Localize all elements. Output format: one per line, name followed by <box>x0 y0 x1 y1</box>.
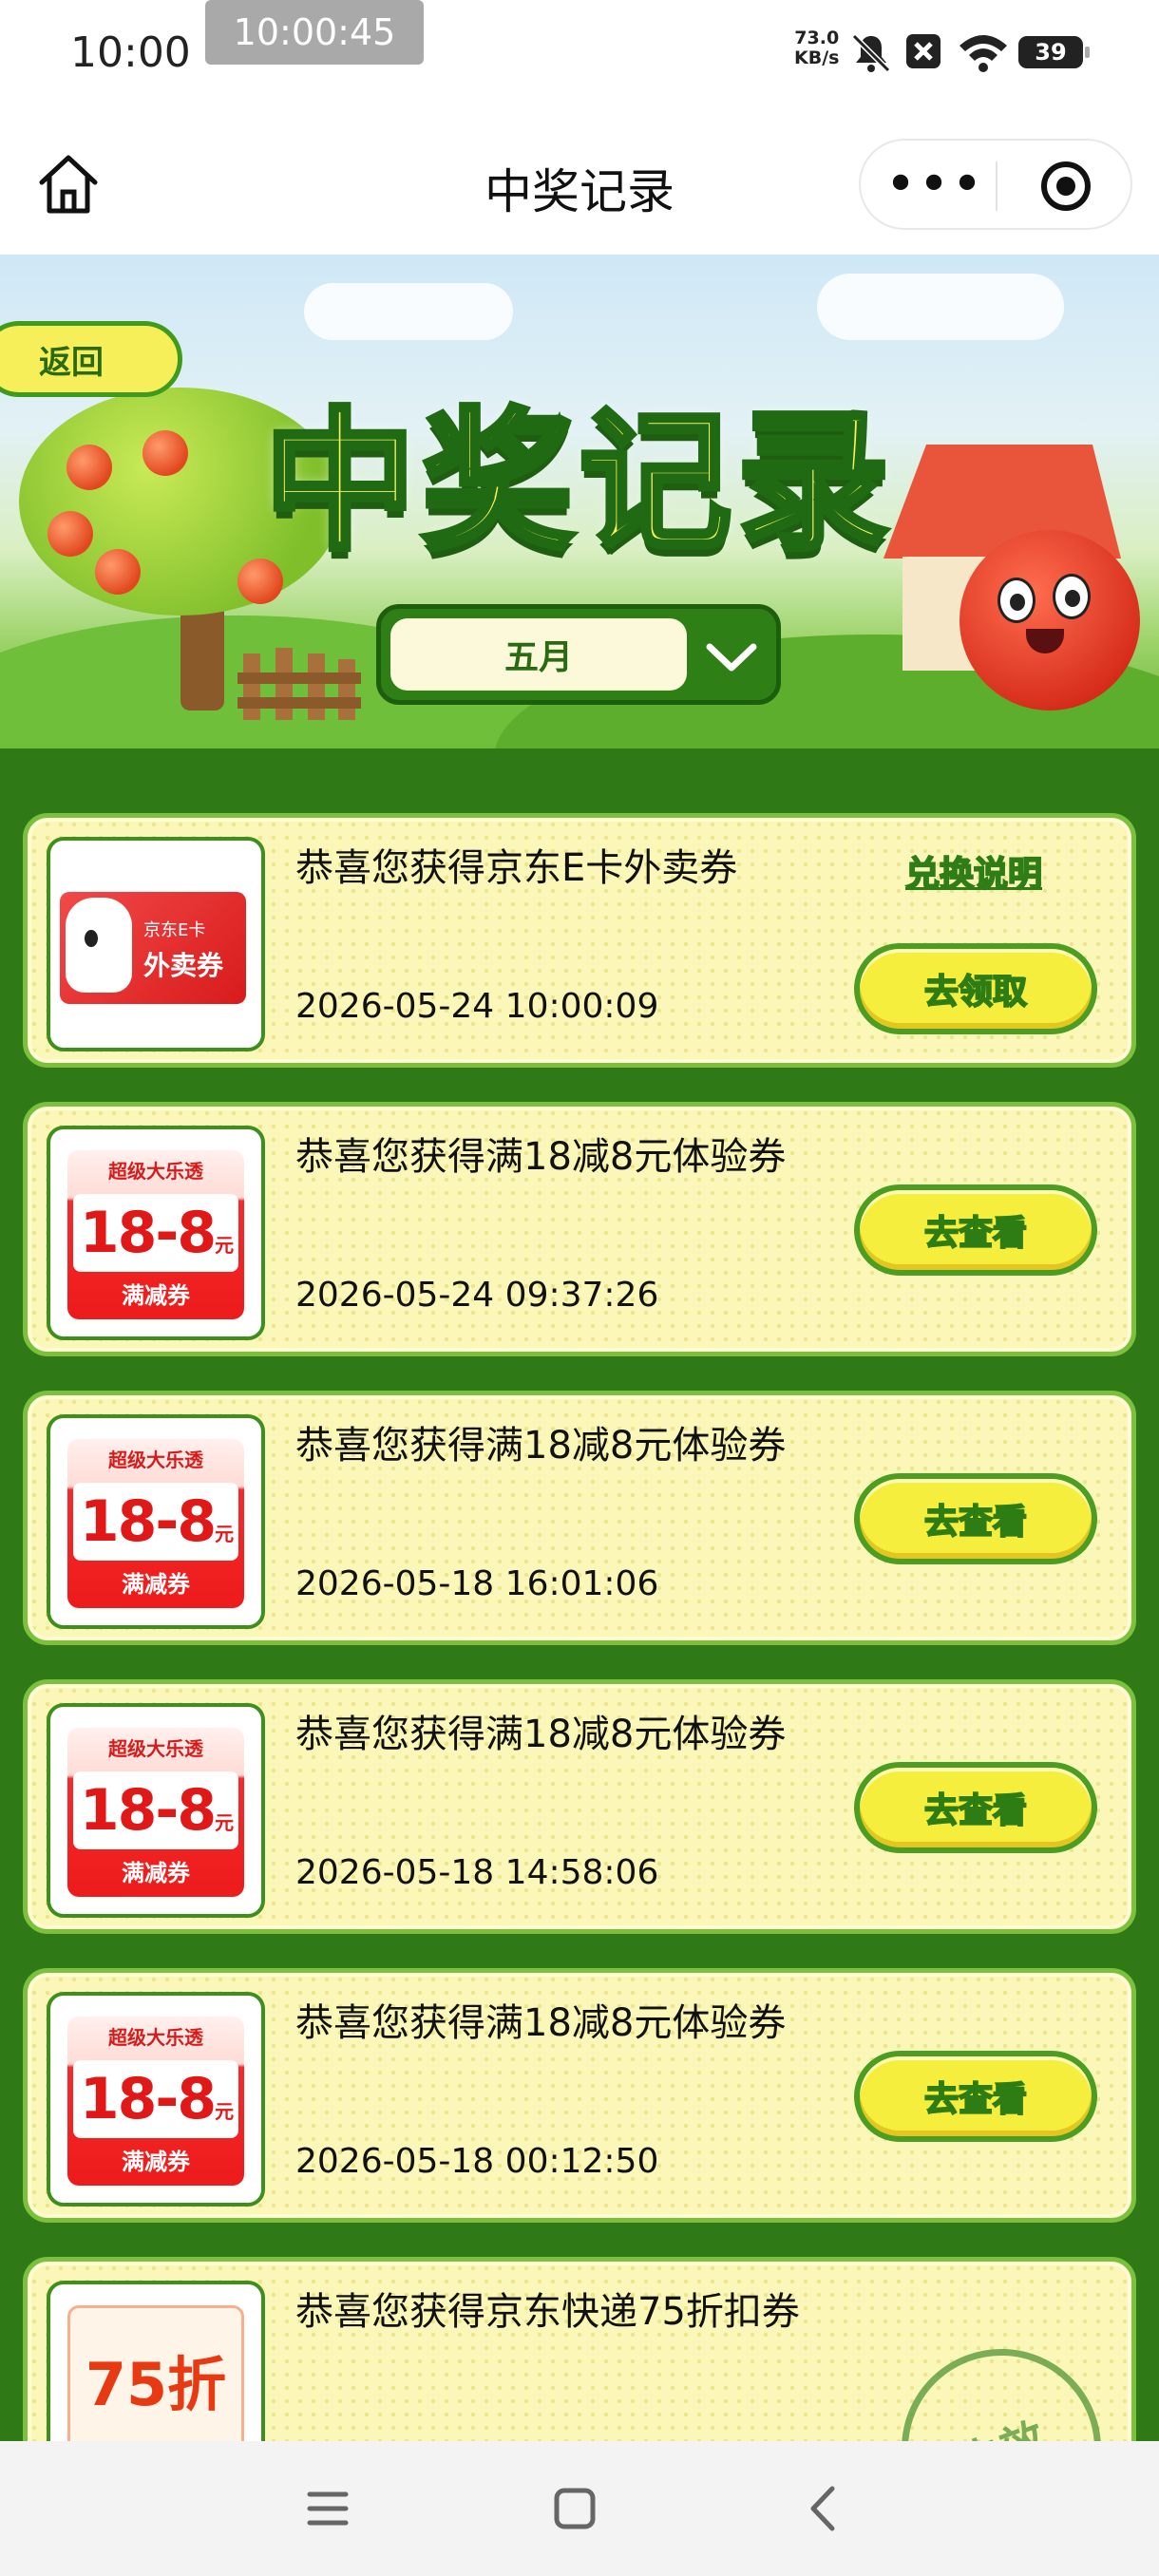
ecard-brand-text: 京东E卡 <box>143 920 206 940</box>
month-value: 五月 <box>390 618 687 691</box>
coupon-bottom-text: 满减券 <box>122 1571 190 1598</box>
record-time: 2026-05-24 10:00:09 <box>295 987 659 1026</box>
prize-thumbnail: 超级大乐透 18-8元 满减券 <box>47 1414 265 1629</box>
fence-icon <box>238 648 361 720</box>
coupon-value-number: 18-8 <box>79 1777 217 1844</box>
app-notification-icon <box>906 34 940 68</box>
coupon-value-unit: 元 <box>215 2100 234 2123</box>
expired-stamp: 失效 <box>873 2320 1130 2441</box>
record-target-icon[interactable] <box>1041 161 1091 211</box>
mascot-mouth <box>1026 629 1064 653</box>
view-button[interactable]: 去查看 <box>854 1184 1097 1276</box>
record-card: 超级大乐透 18-8元 满减券 恭喜您获得满18减8元体验券 2026-05-1… <box>23 1679 1136 1934</box>
banner: 返回 中奖记录 五月 <box>0 255 1159 748</box>
network-speed-value: 73.0 <box>794 28 840 48</box>
more-dots-icon[interactable]: ••• <box>884 141 982 228</box>
wifi-icon <box>960 35 1007 72</box>
network-speed: 73.0 KB/s <box>794 28 839 68</box>
coupon-value-number: 18-8 <box>79 1200 217 1266</box>
cloud-decoration <box>304 283 513 340</box>
back-arrow-icon[interactable] <box>790 2475 857 2542</box>
status-bar: 10:00 10:00:45 73.0 KB/s 39 <box>0 0 1159 104</box>
coupon-bottom-text: 满减券 <box>122 1860 190 1886</box>
coupon-top-text: 超级大乐透 <box>108 1160 203 1183</box>
coupon-top-text: 超级大乐透 <box>108 1449 203 1471</box>
coupon-value: 75折 <box>85 2350 227 2419</box>
home-square-icon[interactable] <box>542 2475 608 2542</box>
coupon-top-text: 超级大乐透 <box>108 1737 203 1760</box>
record-time: 2026-05-18 00:12:50 <box>295 2142 659 2181</box>
bell-muted-icon <box>851 33 891 73</box>
record-time: 2026-05-24 09:37:26 <box>295 1276 659 1315</box>
coupon-value: 18-8元 <box>73 2060 238 2138</box>
mascot-eye <box>998 578 1036 623</box>
record-message: 恭喜您获得满18减8元体验券 <box>295 1424 787 1468</box>
claim-button[interactable]: 去领取 <box>854 943 1097 1034</box>
coupon-bottom-text: 满减券 <box>122 1282 190 1309</box>
prize-thumbnail: 超级大乐透 18-8元 满减券 <box>47 1126 265 1340</box>
record-card: 75折 恭喜您获得京东快递75折扣券 失效 <box>23 2257 1136 2441</box>
redeem-instructions-link[interactable]: 兑换说明 <box>904 846 1043 896</box>
record-message: 恭喜您获得京东快递75折扣券 <box>295 2290 800 2334</box>
record-card: 超级大乐透 18-8元 满减券 恭喜您获得满18减8元体验券 2026-05-2… <box>23 1102 1136 1356</box>
cloud-decoration <box>817 274 1064 340</box>
coupon-value-number: 18-8 <box>79 2066 217 2132</box>
discount-coupon-image: 超级大乐透 18-8元 满减券 <box>67 1728 244 1897</box>
prize-record-list: 京东E卡 外卖券 恭喜您获得京东E卡外卖券 2026-05-24 10:00:0… <box>0 748 1159 2441</box>
network-speed-unit: KB/s <box>794 47 840 68</box>
view-button[interactable]: 去查看 <box>854 2051 1097 2142</box>
mascot-eye <box>1053 574 1091 619</box>
coupon-top-text: 超级大乐透 <box>108 2026 203 2049</box>
capsule-menu: ••• <box>859 139 1132 230</box>
coupon-value-unit: 元 <box>215 1234 234 1257</box>
chevron-down-icon[interactable] <box>700 626 763 687</box>
express-discount-coupon-image: 75折 <box>67 2305 244 2441</box>
prize-thumbnail: 京东E卡 外卖券 <box>47 837 265 1051</box>
ecard-type-text: 外卖券 <box>143 950 224 981</box>
battery-icon: 39 <box>1018 36 1090 68</box>
discount-coupon-image: 超级大乐透 18-8元 满减券 <box>67 1439 244 1608</box>
menu-icon[interactable] <box>294 2475 361 2542</box>
record-message: 恭喜您获得满18减8元体验券 <box>295 1713 787 1756</box>
record-time: 2026-05-18 14:58:06 <box>295 1853 659 1892</box>
record-message: 恭喜您获得满18减8元体验券 <box>295 1135 787 1179</box>
capsule-divider <box>996 161 998 211</box>
clock-overlay: 10:00:45 <box>205 0 424 65</box>
jd-mascot-icon <box>66 898 132 993</box>
view-button[interactable]: 去查看 <box>854 1762 1097 1853</box>
month-selector[interactable]: 五月 <box>376 604 781 705</box>
record-card: 超级大乐透 18-8元 满减券 恭喜您获得满18减8元体验券 2026-05-1… <box>23 1968 1136 2223</box>
coupon-value-unit: 元 <box>215 1523 234 1545</box>
coupon-value: 18-8元 <box>73 1483 238 1561</box>
prize-thumbnail: 75折 <box>47 2281 265 2441</box>
record-time: 2026-05-18 16:01:06 <box>295 1564 659 1603</box>
discount-coupon-image: 超级大乐透 18-8元 满减券 <box>67 2017 244 2186</box>
banner-title: 中奖记录 <box>261 390 895 574</box>
prize-thumbnail: 超级大乐透 18-8元 满减券 <box>47 1703 265 1918</box>
coupon-value-number: 18-8 <box>79 1488 217 1555</box>
record-message: 恭喜您获得满18减8元体验券 <box>295 2001 787 2045</box>
mini-program-title-bar: 中奖记录 ••• <box>0 104 1159 255</box>
coupon-bottom-text: 满减券 <box>122 2149 190 2175</box>
record-card: 超级大乐透 18-8元 满减券 恭喜您获得满18减8元体验券 2026-05-1… <box>23 1391 1136 1645</box>
coupon-value: 18-8元 <box>73 1194 238 1272</box>
record-message: 恭喜您获得京东E卡外卖券 <box>295 846 738 890</box>
view-button[interactable]: 去查看 <box>854 1473 1097 1564</box>
prize-thumbnail: 超级大乐透 18-8元 满减券 <box>47 1992 265 2207</box>
system-navigation-bar <box>0 2441 1159 2576</box>
status-time: 10:00 <box>70 28 191 77</box>
coupon-value: 18-8元 <box>73 1771 238 1849</box>
discount-coupon-image: 超级大乐透 18-8元 满减券 <box>67 1150 244 1319</box>
ecard-coupon-image: 京东E卡 外卖券 <box>60 892 246 1004</box>
record-card: 京东E卡 外卖券 恭喜您获得京东E卡外卖券 2026-05-24 10:00:0… <box>23 813 1136 1068</box>
coupon-value-unit: 元 <box>215 1811 234 1834</box>
